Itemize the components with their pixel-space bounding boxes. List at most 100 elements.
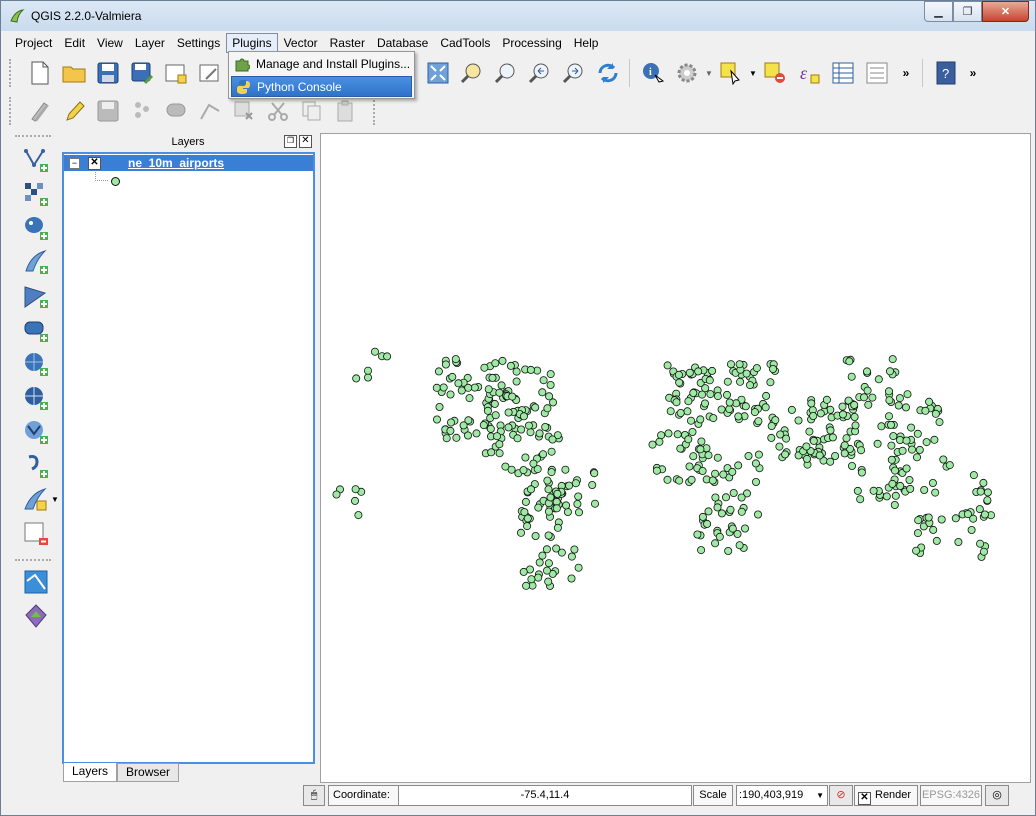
help-button[interactable]: ? [933,60,959,86]
layer-name[interactable]: ne_10m_airports [128,156,224,170]
toolbar-grip[interactable] [15,135,51,141]
add-vector-layer-icon[interactable] [23,147,49,173]
layer-visibility-checkbox[interactable]: ✕ [88,157,101,170]
action-button[interactable] [674,60,700,86]
zoom-full-button[interactable] [425,60,451,86]
cut-features-button[interactable] [265,98,291,124]
add-delimited-text-layer-icon[interactable] [23,453,49,479]
zoom-last-button[interactable] [527,60,553,86]
render-checkbox[interactable]: ✕ [858,792,871,805]
menu-item-python-console[interactable]: Python Console [231,76,412,97]
toolbar-overflow-1[interactable]: » [900,60,912,86]
menu-project[interactable]: Project [9,33,58,53]
airport-point [697,546,706,555]
collapse-icon[interactable]: − [69,158,80,169]
new-project-button[interactable] [27,60,53,86]
save-edits-button[interactable] [95,98,121,124]
messages-button[interactable]: ◎ [985,785,1009,806]
map-canvas[interactable] [320,133,1031,783]
toolbar-grip[interactable] [9,97,17,125]
menu-raster[interactable]: Raster [324,33,371,53]
add-wcs-layer-icon[interactable] [23,385,49,411]
add-spatialite-layer-icon[interactable] [23,249,49,275]
action-dropdown-arrow[interactable]: ▼ [704,60,714,86]
airport-point [519,412,528,421]
airport-point [433,415,442,424]
attribute-table-button[interactable] [830,60,856,86]
close-panel-button[interactable]: ✕ [299,135,312,148]
toggle-extents-button[interactable]: 🖱 [303,785,325,806]
toolbar-overflow-2[interactable]: » [967,60,979,86]
scale-combo[interactable]: :190,403,919 ▼ [736,785,828,806]
close-button[interactable]: ✕ [982,1,1029,22]
menu-edit[interactable]: Edit [58,33,91,53]
composer-manager-button[interactable] [197,60,223,86]
toolbar-grip[interactable] [373,97,381,125]
new-shapefile-layer-icon[interactable] [23,487,49,513]
toggle-editing-button[interactable] [61,98,87,124]
zoom-next-button[interactable] [561,60,587,86]
new-layer-dropdown-arrow[interactable]: ▼ [51,495,59,504]
add-oracle-layer-icon[interactable] [23,317,49,343]
menu-vector[interactable]: Vector [278,33,324,53]
zoom-to-selection-button[interactable] [493,60,519,86]
render-toggle[interactable]: ✕ Render [854,785,918,806]
stop-render-button[interactable]: ⊘ [829,785,853,806]
airport-point [590,499,599,508]
menu-layer[interactable]: Layer [129,33,171,53]
menu-plugins[interactable]: Plugins [226,33,278,53]
new-print-composer-button[interactable] [163,60,189,86]
menu-processing[interactable]: Processing [496,33,567,53]
paste-features-button[interactable] [333,98,359,124]
refresh-button[interactable] [595,60,621,86]
menu-view[interactable]: View [91,33,129,53]
add-postgis-layer-icon[interactable] [23,215,49,241]
layer-tree[interactable]: − ✕ ne_10m_airports [62,152,315,764]
zoom-to-layer-button[interactable] [459,60,485,86]
airport-point [539,450,548,459]
minimize-button[interactable]: ▁ [924,1,953,22]
open-project-button[interactable] [61,60,87,86]
airport-point [726,505,735,514]
add-wfs-layer-icon[interactable] [23,419,49,445]
node-tool-button[interactable] [197,98,223,124]
grass-plugin-icon[interactable] [23,603,49,629]
select-by-expression-button[interactable]: ε [796,60,822,86]
airport-point [441,360,450,369]
save-edits-icon [97,100,119,122]
add-feature-button[interactable] [129,98,155,124]
menu-settings[interactable]: Settings [171,33,226,53]
remove-layer-icon[interactable] [23,521,49,547]
coordinate-field[interactable]: -75.4,11.4 [398,785,692,806]
menu-help[interactable]: Help [568,33,605,53]
save-as-button[interactable] [129,60,155,86]
georeferencer-icon[interactable] [23,569,49,595]
select-features-button[interactable] [718,60,744,86]
save-project-button[interactable] [95,60,121,86]
airport-point [939,455,948,464]
airport-point [754,450,763,459]
tab-browser[interactable]: Browser [117,763,180,782]
copy-features-button[interactable] [299,98,325,124]
statistics-button[interactable] [864,60,890,86]
identify-button[interactable]: i [640,60,666,86]
current-edits-button[interactable] [27,98,53,124]
menu-item-manage-plugins[interactable]: Manage and Install Plugins... [231,53,412,74]
toolbar-grip[interactable] [15,559,51,565]
select-dropdown-arrow[interactable]: ▼ [748,60,758,86]
delete-selected-button[interactable] [231,98,257,124]
crs-status-button[interactable]: EPSG:4326 [920,785,982,806]
add-raster-layer-icon[interactable] [23,181,49,207]
menu-database[interactable]: Database [371,33,434,53]
add-wms-layer-icon[interactable] [23,351,49,377]
toolbar-grip[interactable] [9,59,17,87]
menu-cadtools[interactable]: CadTools [434,33,496,53]
tab-layers[interactable]: Layers [63,763,118,782]
move-feature-button[interactable] [163,98,189,124]
add-mssql-layer-icon[interactable] [23,283,49,309]
float-panel-button[interactable]: ❐ [284,135,297,148]
deselect-button[interactable] [762,60,788,86]
maximize-button[interactable]: ❐ [953,1,982,22]
layer-row[interactable]: − ✕ ne_10m_airports [64,155,313,171]
airport-point [781,450,790,459]
